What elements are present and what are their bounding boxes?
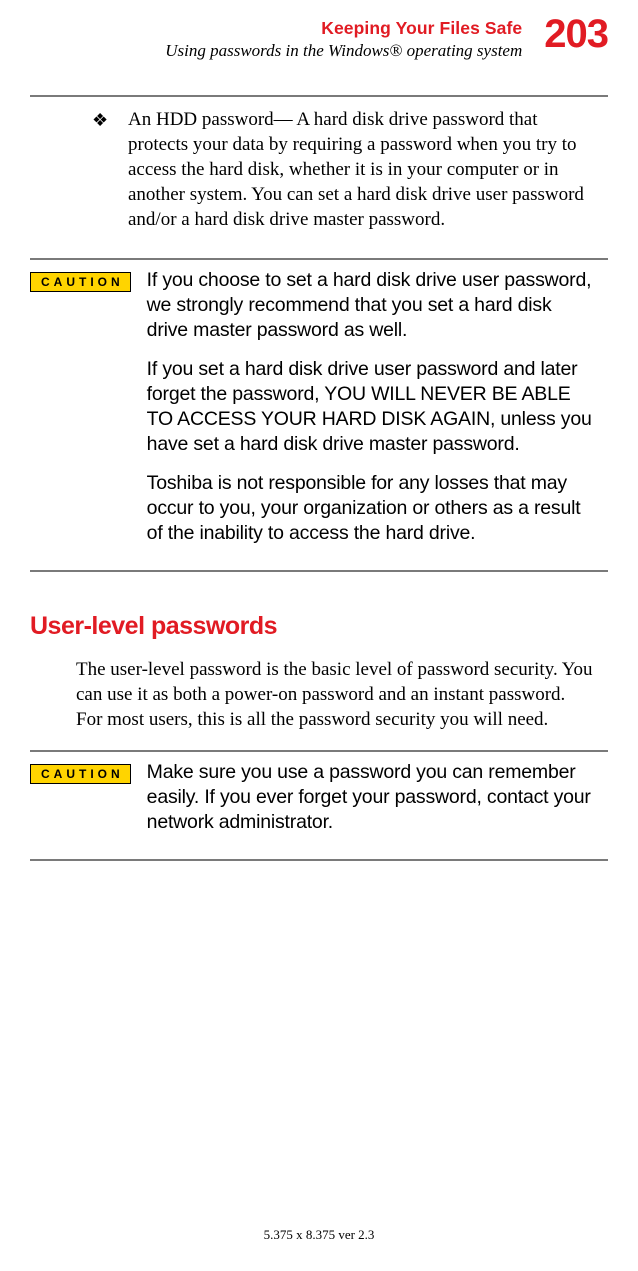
section-user-level-passwords: User-level passwords The user-level pass…: [30, 612, 608, 732]
page-header: Keeping Your Files Safe Using passwords …: [30, 14, 608, 61]
bullet-text: An HDD password— A hard disk drive passw…: [128, 109, 584, 230]
page-number: 203: [544, 14, 608, 54]
caution-paragraph: If you set a hard disk drive user passwo…: [147, 357, 596, 457]
page: Keeping Your Files Safe Using passwords …: [0, 0, 638, 1271]
caution-paragraph: If you choose to set a hard disk drive u…: [147, 268, 596, 343]
caution-badge: CAUTION: [30, 272, 131, 292]
caution-block-2: CAUTION Make sure you use a password you…: [30, 760, 596, 849]
caution-paragraph: Toshiba is not responsible for any losse…: [147, 471, 596, 546]
section-subtitle: Using passwords in the Windows® operatin…: [165, 41, 522, 61]
caution-badge: CAUTION: [30, 764, 131, 784]
caution-bottom-rule-2: [30, 859, 608, 861]
caution-top-rule-2: [30, 750, 608, 752]
caution-top-rule-1: [30, 258, 608, 260]
caution-block-1: CAUTION If you choose to set a hard disk…: [30, 268, 596, 560]
header-rule: [30, 95, 608, 97]
caution-paragraph: Make sure you use a password you can rem…: [147, 760, 596, 835]
caution-text: If you choose to set a hard disk drive u…: [147, 268, 596, 560]
caution-text: Make sure you use a password you can rem…: [147, 760, 596, 849]
header-text-block: Keeping Your Files Safe Using passwords …: [165, 14, 522, 61]
caution-bottom-rule-1: [30, 570, 608, 572]
section-title: User-level passwords: [30, 612, 608, 641]
bullet-item: ❖ An HDD password— A hard disk drive pas…: [30, 107, 596, 232]
bullet-icon: ❖: [92, 109, 108, 133]
chapter-title: Keeping Your Files Safe: [165, 18, 522, 39]
section-body: The user-level password is the basic lev…: [76, 657, 596, 732]
page-footer: 5.375 x 8.375 ver 2.3: [0, 1227, 638, 1243]
